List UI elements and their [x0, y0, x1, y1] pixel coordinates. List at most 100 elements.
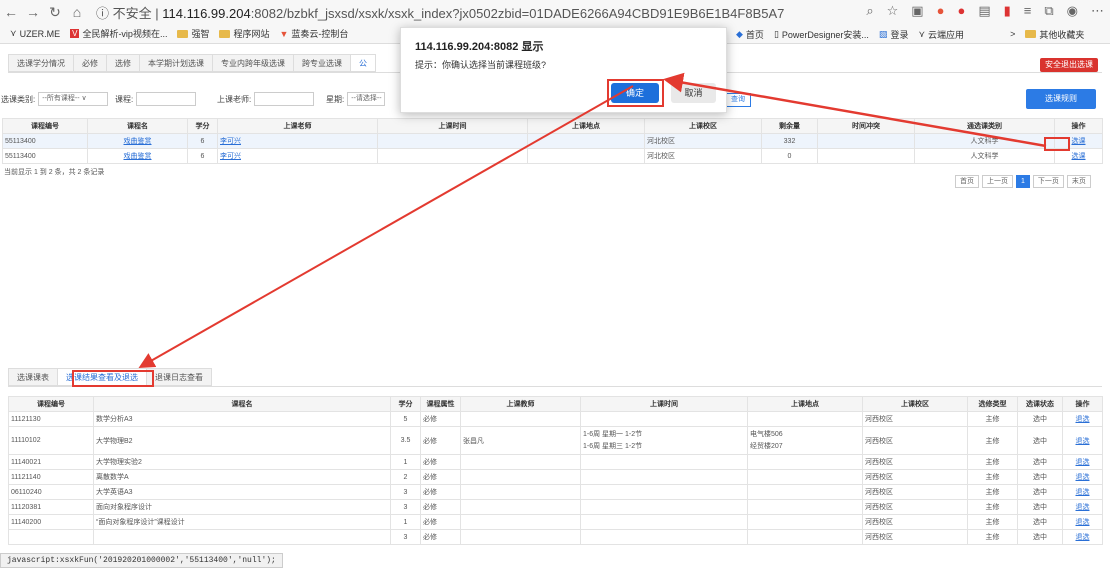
col-teacher: 上课老师 [217, 118, 378, 134]
tab-public[interactable]: 公 [350, 54, 376, 72]
folder-icon [177, 29, 189, 38]
drop-course-link[interactable]: 退选 [1062, 469, 1103, 485]
results-tab-highlight [72, 370, 154, 387]
table-row: 06110240 大学英语A3 3 必修 河西校区 主修 选中 退选 [8, 484, 1103, 500]
bookmarks-overflow[interactable]: > [1010, 29, 1015, 39]
select-link-highlight [1044, 137, 1070, 151]
confirm-dialog: 114.116.99.204:8082 显示 提示：你确认选择当前课程班级? 确… [400, 27, 727, 113]
bookmark-uzer[interactable]: ⋎ UZER.ME [10, 28, 60, 39]
filter-teacher: 上课老师: [217, 91, 315, 107]
bookmark-lanzou[interactable]: ▼ 蓝奏云-控制台 [279, 27, 348, 40]
col-campus: 上课校区 [644, 118, 762, 134]
course-type-select[interactable]: --所有课程-- ∨ [38, 92, 109, 106]
adblock-icon[interactable]: ● [957, 3, 965, 19]
col-course-name: 课程名 [87, 118, 188, 134]
teacher-link[interactable]: 李可兴 [217, 148, 378, 164]
exit-selection-button[interactable]: 安全退出选课 [1040, 58, 1098, 72]
course-name-link[interactable]: 戏曲鉴赏 [87, 133, 188, 149]
table-row: 11140200 “面向对象程序设计”课程设计 1 必修 河西校区 主修 选中 退选 [8, 514, 1103, 530]
drop-course-link[interactable]: 退选 [1062, 499, 1103, 515]
tab-cross-grade[interactable]: 专业内跨年级选课 [212, 54, 293, 72]
page-1-button[interactable]: 1 [1016, 175, 1030, 188]
teacher-link[interactable]: 李可兴 [217, 133, 378, 149]
tab-schedule[interactable]: 选课课表 [8, 368, 57, 386]
extension-icon[interactable]: ▤ [978, 3, 990, 19]
folder-icon [1025, 30, 1037, 38]
zoom-icon[interactable]: ⌕ [866, 3, 873, 19]
course-table: 课程编号 课程名 学分 上课老师 上课时间 上课地点 上课校区 剩余量 时间冲突… [2, 118, 1103, 164]
back-icon[interactable]: ← [0, 4, 22, 20]
bookmark-login[interactable]: ▧ 登录 [879, 28, 909, 41]
folder-icon [219, 29, 231, 38]
url-field[interactable]: ⓘ 不安全 | 114.116.99.204:8082/bzbkf_jsxsd/… [96, 3, 784, 22]
table-row: 11140021 大学物理实验2 1 必修 河西校区 主修 选中 退选 [8, 454, 1103, 470]
bookmark-programs[interactable]: 程序网站 [219, 27, 269, 40]
extension-icon[interactable]: ▣ [911, 3, 923, 19]
favorite-star-icon[interactable]: ☆ [887, 3, 899, 19]
cancel-button[interactable]: 取消 [671, 83, 716, 103]
course-name-input[interactable] [136, 92, 197, 106]
drop-course-link[interactable]: 退选 [1062, 484, 1103, 500]
uzer-icon: ⋎ [918, 28, 926, 39]
first-page-button[interactable]: 首页 [955, 175, 979, 188]
collections-icon[interactable]: ⧉ [1044, 3, 1053, 19]
last-page-button[interactable]: 末页 [1066, 175, 1091, 188]
favorites-icon[interactable]: ≡ [1024, 3, 1032, 19]
query-button[interactable]: 查询 [725, 93, 751, 107]
bookmark-qiangzhi[interactable]: 强智 [177, 27, 209, 40]
weekday-select[interactable]: --请选择-- [347, 92, 386, 106]
teacher-input[interactable] [254, 92, 315, 106]
drop-course-link[interactable]: 退选 [1062, 454, 1103, 470]
tab-plan[interactable]: 本学期计划选课 [139, 54, 212, 72]
table-row: 55113400 戏曲鉴赏 6 李可兴 河北校区 0 人文科学 选课 [2, 148, 1103, 164]
drop-course-link[interactable]: 退选 [1062, 426, 1103, 455]
home-icon[interactable]: ⌂ [66, 4, 88, 20]
forward-icon[interactable]: → [22, 4, 44, 20]
col-conflict: 时间冲突 [817, 118, 915, 134]
table-row: 11120381 面向对象程序设计 3 必修 河西校区 主修 选中 退选 [8, 499, 1103, 515]
tab-credit-status[interactable]: 选课学分情况 [8, 54, 73, 72]
drop-course-link[interactable]: 退选 [1062, 529, 1103, 545]
tab-drop-log[interactable]: 退课日志查看 [146, 368, 212, 386]
prev-page-button[interactable]: 上一页 [982, 175, 1013, 188]
table-row: 55113400 戏曲鉴赏 6 李可兴 河北校区 332 人文科学 选课 [2, 133, 1103, 149]
col-location: 上课地点 [527, 118, 645, 134]
drop-course-link[interactable]: 退选 [1062, 514, 1103, 530]
next-page-button[interactable]: 下一页 [1032, 175, 1064, 188]
bookmark-cloud[interactable]: ⋎ 云端应用 [918, 28, 964, 41]
col-remaining: 剩余量 [761, 118, 818, 134]
record-summary: 当前显示 1 到 2 条，共 2 条记录 [4, 169, 105, 176]
bookmark-vip[interactable]: V 全民解析-vip视频在... [70, 27, 167, 40]
pagination: 首页 上一页 1 下一页 末页 [955, 175, 1091, 188]
bookmark-home[interactable]: ◆ 首页 [736, 28, 764, 41]
refresh-icon[interactable]: ↻ [44, 4, 66, 21]
tab-required[interactable]: 必修 [73, 54, 106, 72]
drop-course-link[interactable]: 退选 [1062, 411, 1103, 427]
extension-icon[interactable]: ▮ [1004, 3, 1011, 19]
more-icon[interactable]: ⋯ [1091, 3, 1104, 19]
url-host: 114.116.99.204 [162, 5, 251, 21]
table-header-row: 课程编号 课程名 学分 课程属性 上课教师 上课时间 上课地点 上课校区 选修类… [8, 396, 1103, 412]
insecure-label: 不安全 [112, 5, 152, 21]
confirm-button-highlight [607, 79, 664, 107]
filter-type: 选课类别: --所有课程-- ∨ [1, 91, 109, 107]
extension-icon[interactable]: ● [937, 3, 945, 19]
table-row: 3 必修 河西校区 主修 选中 退选 [8, 529, 1103, 545]
col-credit: 学分 [187, 118, 218, 134]
tab-elective[interactable]: 选修 [106, 54, 139, 72]
col-action: 操作 [1054, 118, 1103, 134]
chevron-right-icon: > [1010, 29, 1016, 39]
rules-button[interactable]: 选课规则 [1026, 89, 1096, 109]
home-page-icon: ◆ [736, 28, 743, 39]
divider [8, 386, 1102, 387]
filter-course: 课程: [115, 91, 197, 107]
profile-icon[interactable]: ◉ [1067, 3, 1078, 19]
col-time: 上课时间 [377, 118, 528, 134]
tab-cross-major[interactable]: 跨专业选课 [293, 54, 350, 72]
course-name-link[interactable]: 戏曲鉴赏 [87, 148, 188, 164]
table-header-row: 课程编号 课程名 学分 上课老师 上课时间 上课地点 上课校区 剩余量 时间冲突… [2, 118, 1103, 134]
bookmark-other[interactable]: 其他收藏夹 [1025, 28, 1084, 41]
uzer-icon: ⋎ [10, 28, 17, 38]
address-bar: ← → ↻ ⌂ ⓘ 不安全 | 114.116.99.204:8082/bzbk… [0, 0, 1110, 24]
bookmark-powerdesigner[interactable]: ▯ PowerDesigner安装... [774, 28, 869, 41]
